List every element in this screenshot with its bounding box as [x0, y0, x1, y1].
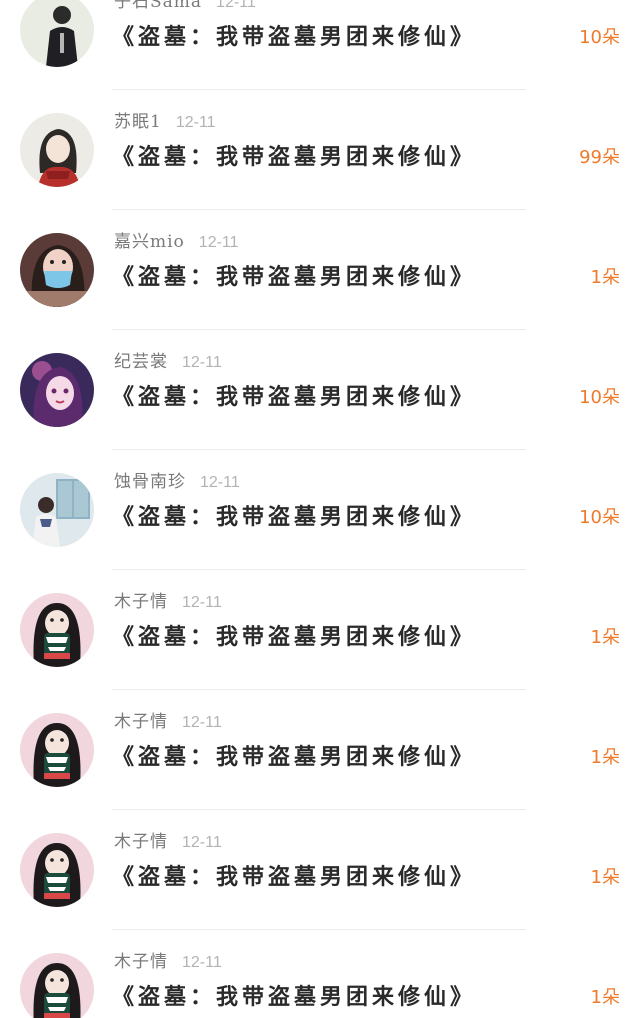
entry-meta: 木子情 12-11: [114, 590, 222, 614]
book-title[interactable]: 《盗墓：我带盗墓男团来修仙》: [112, 620, 476, 654]
list-item[interactable]: 子石Sama 12-11 《盗墓：我带盗墓男团来修仙》 10朵: [0, 0, 640, 90]
entry-date: 12-11: [182, 954, 222, 971]
flower-count: 10朵: [579, 387, 620, 408]
username[interactable]: 子石Sama: [114, 0, 202, 12]
entry-date: 12-11: [182, 594, 222, 611]
book-title[interactable]: 《盗墓：我带盗墓男团来修仙》: [112, 260, 476, 294]
boy-dark-jacket-avatar[interactable]: [20, 0, 94, 67]
entry-meta: 苏眠1 12-11: [114, 110, 216, 134]
book-title[interactable]: 《盗墓：我带盗墓男团来修仙》: [112, 380, 476, 414]
anime-girl-purple-avatar[interactable]: [20, 353, 94, 427]
list-item[interactable]: 木子情 12-11 《盗墓：我带盗墓男团来修仙》 1朵: [0, 690, 640, 810]
list-item[interactable]: 蚀骨南珍 12-11 《盗墓：我带盗墓男团来修仙》 10朵: [0, 450, 640, 570]
username[interactable]: 纪芸裳: [114, 352, 168, 372]
username[interactable]: 木子情: [114, 712, 168, 732]
flower-count: 1朵: [590, 987, 620, 1008]
list-item[interactable]: 苏眠1 12-11 《盗墓：我带盗墓男团来修仙》 99朵: [0, 90, 640, 210]
entry-meta: 嘉兴mio 12-11: [114, 230, 239, 254]
flower-ranking-list: 子石Sama 12-11 《盗墓：我带盗墓男团来修仙》 10朵 苏眠1 12-11 《盗墓：…: [0, 0, 640, 1018]
entry-meta: 子石Sama 12-11: [114, 0, 256, 14]
entry-date: 12-11: [182, 834, 222, 851]
book-title[interactable]: 《盗墓：我带盗墓男团来修仙》: [112, 20, 476, 54]
book-title[interactable]: 《盗墓：我带盗墓男团来修仙》: [112, 740, 476, 774]
flower-count: 1朵: [590, 867, 620, 888]
girl-teeth-mask-avatar[interactable]: [20, 953, 94, 1018]
flower-count: 1朵: [590, 267, 620, 288]
list-item[interactable]: 纪芸裳 12-11 《盗墓：我带盗墓男团来修仙》 10朵: [0, 330, 640, 450]
entry-date: 12-11: [216, 0, 256, 11]
flower-count: 1朵: [590, 627, 620, 648]
girl-window-avatar[interactable]: [20, 473, 94, 547]
flower-count: 10朵: [579, 27, 620, 48]
list-item[interactable]: 木子情 12-11 《盗墓：我带盗墓男团来修仙》 1朵: [0, 930, 640, 1018]
flower-count: 99朵: [579, 147, 620, 168]
entry-meta: 木子情 12-11: [114, 830, 222, 854]
girl-teeth-mask-avatar[interactable]: [20, 833, 94, 907]
entry-date: 12-11: [182, 354, 222, 371]
entry-meta: 纪芸裳 12-11: [114, 350, 222, 374]
username[interactable]: 苏眠1: [114, 112, 162, 132]
girl-blue-mask-avatar[interactable]: [20, 233, 94, 307]
girl-teeth-mask-avatar[interactable]: [20, 713, 94, 787]
flower-count: 1朵: [590, 747, 620, 768]
entry-date: 12-11: [198, 234, 239, 251]
book-title[interactable]: 《盗墓：我带盗墓男团来修仙》: [112, 500, 476, 534]
username[interactable]: 木子情: [114, 952, 168, 972]
username[interactable]: 木子情: [114, 592, 168, 612]
username[interactable]: 蚀骨南珍: [114, 472, 186, 492]
book-title[interactable]: 《盗墓：我带盗墓男团来修仙》: [112, 980, 476, 1014]
entry-meta: 木子情 12-11: [114, 950, 222, 974]
book-title[interactable]: 《盗墓：我带盗墓男团来修仙》: [112, 140, 476, 174]
username[interactable]: 木子情: [114, 832, 168, 852]
flower-count: 10朵: [579, 507, 620, 528]
entry-meta: 蚀骨南珍 12-11: [114, 470, 240, 494]
entry-date: 12-11: [200, 474, 240, 491]
book-title[interactable]: 《盗墓：我带盗墓男团来修仙》: [112, 860, 476, 894]
girl-red-scarf-avatar[interactable]: [20, 113, 94, 187]
list-item[interactable]: 嘉兴mio 12-11 《盗墓：我带盗墓男团来修仙》 1朵: [0, 210, 640, 330]
entry-date: 12-11: [182, 714, 222, 731]
entry-date: 12-11: [175, 114, 216, 131]
girl-teeth-mask-avatar[interactable]: [20, 593, 94, 667]
entry-meta: 木子情 12-11: [114, 710, 222, 734]
list-item[interactable]: 木子情 12-11 《盗墓：我带盗墓男团来修仙》 1朵: [0, 570, 640, 690]
list-item[interactable]: 木子情 12-11 《盗墓：我带盗墓男团来修仙》 1朵: [0, 810, 640, 930]
username[interactable]: 嘉兴mio: [114, 232, 185, 252]
